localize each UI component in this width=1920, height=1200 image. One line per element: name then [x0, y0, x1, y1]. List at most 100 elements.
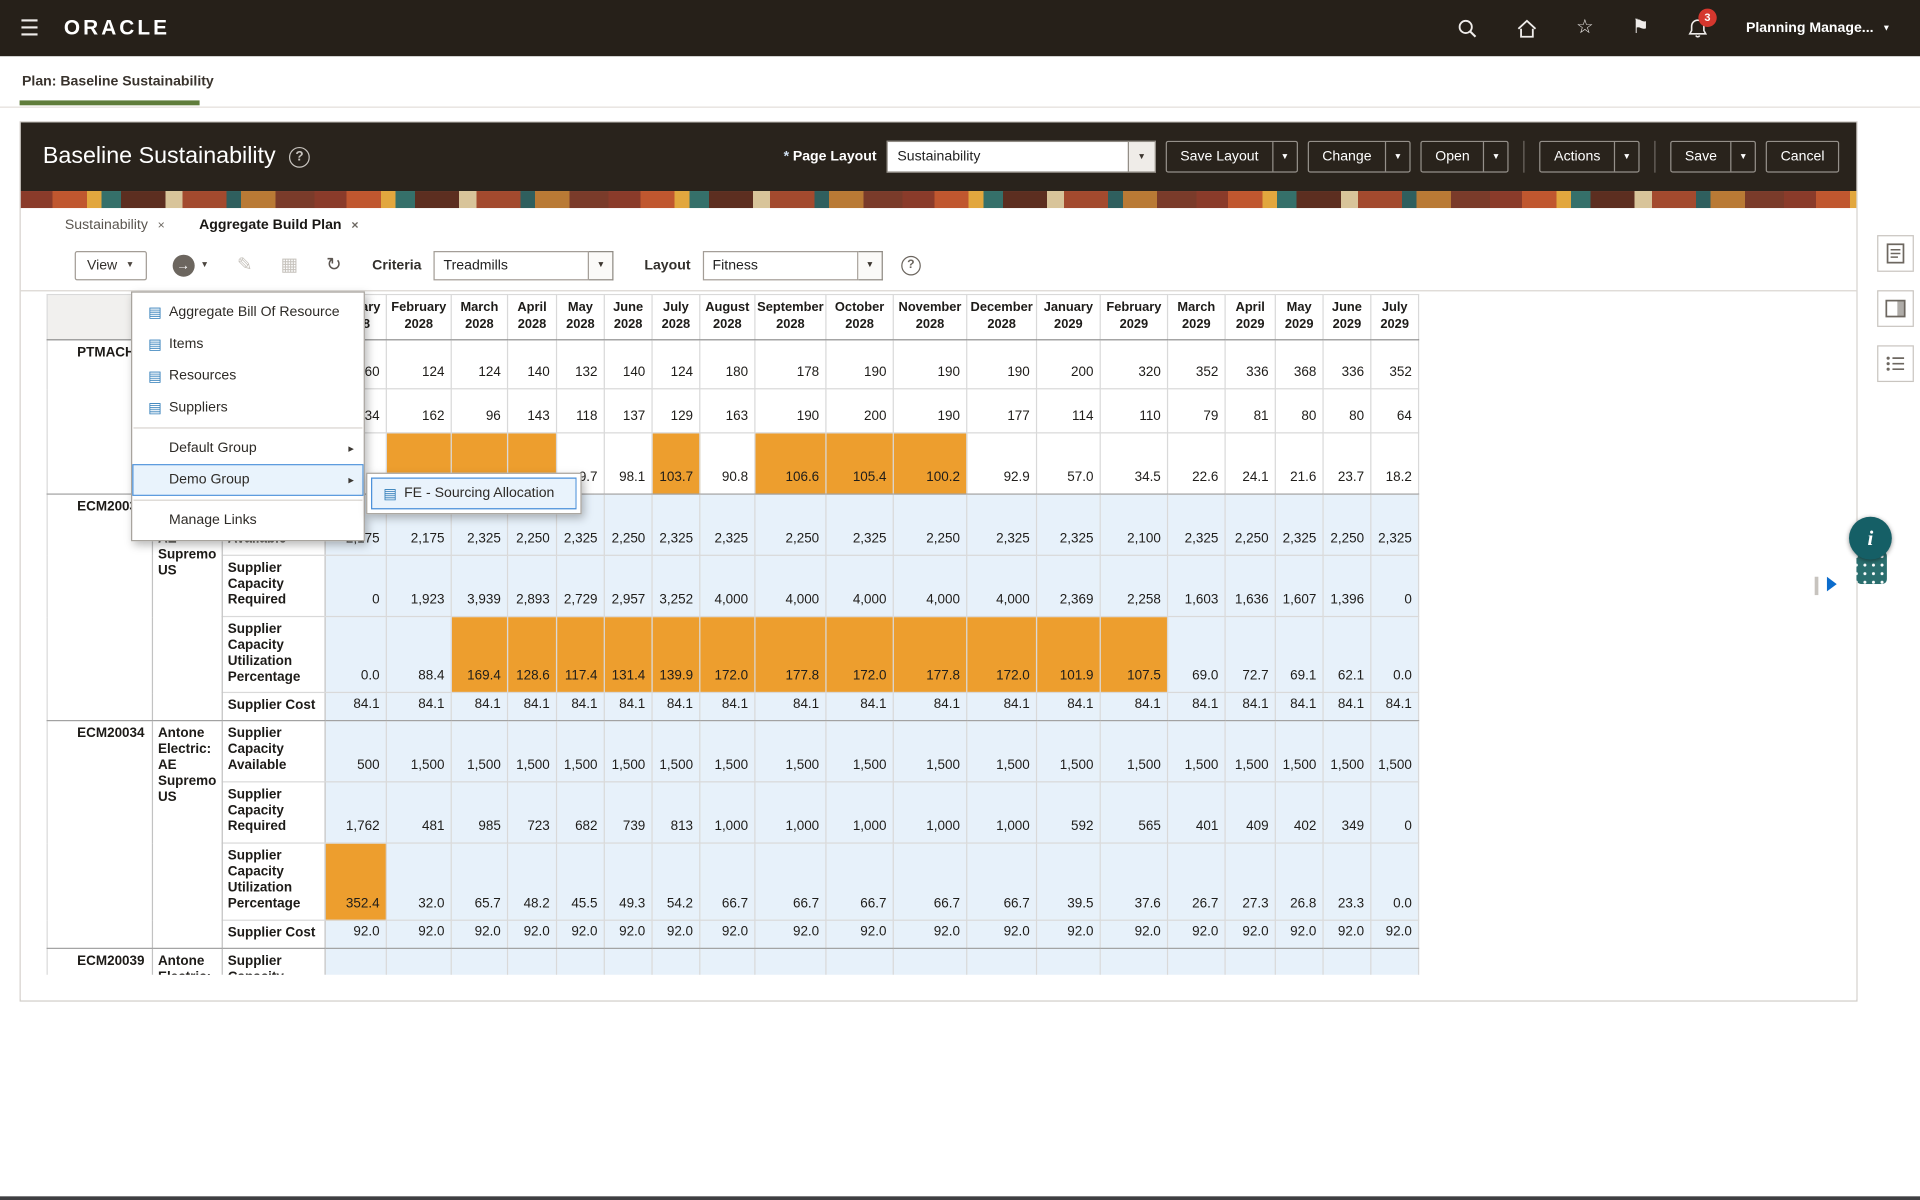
layout-panel-button[interactable] — [1877, 290, 1914, 327]
grid-cell[interactable]: 72.7 — [1225, 617, 1275, 693]
grid-cell[interactable]: 92.0 — [755, 921, 826, 949]
grid-cell[interactable] — [1225, 949, 1275, 975]
grid-cell[interactable]: 402 — [1275, 782, 1323, 843]
grid-cell[interactable]: 92.0 — [967, 921, 1037, 949]
grid-cell[interactable]: 92.0 — [700, 921, 755, 949]
grid-cell[interactable]: 500 — [325, 721, 386, 782]
grid-cell[interactable]: 985 — [451, 782, 507, 843]
page-properties-button[interactable] — [1877, 235, 1914, 272]
grid-cell[interactable]: 140 — [604, 340, 652, 389]
grid-cell[interactable]: 336 — [1323, 340, 1371, 389]
row-measure-label[interactable]: Supplier Capacity Required — [222, 782, 325, 843]
grid-cell[interactable]: 69.0 — [1168, 617, 1226, 693]
grid-cell[interactable]: 1,500 — [755, 721, 826, 782]
grid-cell[interactable]: 84.1 — [508, 693, 557, 721]
grid-cell[interactable]: 23.3 — [1323, 843, 1371, 920]
grid-cell[interactable]: 106.6 — [755, 433, 826, 494]
grid-cell[interactable]: 32.0 — [386, 843, 451, 920]
grid-cell[interactable]: 1,607 — [1275, 556, 1323, 617]
grid-cell[interactable] — [1323, 949, 1371, 975]
grid-cell[interactable]: 92.0 — [1323, 921, 1371, 949]
grid-cell[interactable]: 110 — [1100, 389, 1167, 433]
grid-cell[interactable]: 682 — [557, 782, 605, 843]
grid-cell[interactable]: 137 — [604, 389, 652, 433]
layout-input[interactable] — [703, 250, 859, 279]
grid-cell[interactable]: 84.1 — [652, 693, 700, 721]
grid-cell[interactable]: 320 — [1100, 340, 1167, 389]
grid-cell[interactable]: 4,000 — [700, 556, 755, 617]
grid-cell[interactable]: 4,000 — [967, 556, 1037, 617]
grid-cell[interactable]: 1,000 — [700, 782, 755, 843]
grid-cell[interactable]: 84.1 — [893, 693, 966, 721]
grid-cell[interactable]: 2,250 — [1225, 494, 1275, 555]
grid-cell[interactable]: 140 — [508, 340, 557, 389]
grid-cell[interactable]: 0.0 — [325, 617, 386, 693]
close-tab-icon[interactable]: × — [158, 219, 165, 232]
row-measure-label[interactable]: Supplier Capacity Available — [222, 721, 325, 782]
change-button[interactable]: Change ▼ — [1308, 141, 1411, 173]
grid-cell[interactable]: 92.0 — [1371, 921, 1419, 949]
grid-cell[interactable] — [826, 949, 893, 975]
grid-cell[interactable]: 128.6 — [508, 617, 557, 693]
menu-item-suppliers[interactable]: ▤Suppliers — [132, 392, 363, 424]
grid-cell[interactable]: 84.1 — [557, 693, 605, 721]
grid-cell[interactable]: 96 — [451, 389, 507, 433]
grid-cell[interactable]: 1,000 — [967, 782, 1037, 843]
grid-cell[interactable]: 2,325 — [1037, 494, 1101, 555]
tab-aggregate-build-plan[interactable]: Aggregate Build Plan × — [199, 218, 358, 240]
grid-cell[interactable]: 100.2 — [893, 433, 966, 494]
menu-item-fe-sourcing-allocation[interactable]: ▤FE - Sourcing Allocation — [371, 478, 577, 510]
grid-cell[interactable]: 2,100 — [1100, 494, 1167, 555]
grid-cell[interactable]: 124 — [451, 340, 507, 389]
grid-cell[interactable] — [557, 949, 605, 975]
refresh-icon[interactable]: ↻ — [326, 256, 341, 274]
grid-cell[interactable]: 66.7 — [967, 843, 1037, 920]
grid-cell[interactable]: 4,000 — [893, 556, 966, 617]
hamburger-menu-icon[interactable]: ☰ — [20, 15, 40, 41]
open-button[interactable]: Open ▼ — [1421, 141, 1509, 173]
grid-cell[interactable]: 62.1 — [1323, 617, 1371, 693]
grid-cell[interactable]: 131.4 — [604, 617, 652, 693]
grid-cell[interactable]: 92.0 — [1168, 921, 1226, 949]
grid-cell[interactable]: 2,729 — [557, 556, 605, 617]
row-measure-label[interactable]: Supplier Capacity Utilization Percentage — [222, 843, 325, 920]
grid-cell[interactable]: 81 — [1225, 389, 1275, 433]
grid-cell[interactable]: 88.4 — [386, 617, 451, 693]
grid-cell[interactable]: 813 — [652, 782, 700, 843]
grid-cell[interactable]: 84.1 — [755, 693, 826, 721]
grid-cell[interactable]: 401 — [1168, 782, 1226, 843]
grid-cell[interactable]: 177 — [967, 389, 1037, 433]
grid-cell[interactable]: 26.8 — [1275, 843, 1323, 920]
list-view-button[interactable] — [1877, 345, 1914, 382]
grid-cell[interactable]: 105.4 — [826, 433, 893, 494]
info-help-button[interactable]: i — [1849, 517, 1892, 560]
criteria-dropdown-button[interactable]: ▼ — [589, 250, 613, 279]
row-measure-label[interactable]: Supplier Capacity Required — [222, 556, 325, 617]
grid-cell[interactable] — [967, 949, 1037, 975]
grid-cell[interactable]: 139.9 — [652, 617, 700, 693]
grid-cell[interactable]: 92.0 — [1225, 921, 1275, 949]
grid-cell[interactable]: 2,325 — [826, 494, 893, 555]
grid-cell[interactable]: 92.0 — [826, 921, 893, 949]
grid-cell[interactable]: 23.7 — [1323, 433, 1371, 494]
grid-cell[interactable]: 172.0 — [967, 617, 1037, 693]
grid-cell[interactable]: 54.2 — [652, 843, 700, 920]
grid-cell[interactable]: 1,000 — [826, 782, 893, 843]
criteria-input[interactable] — [434, 250, 590, 279]
row-group-code[interactable]: ECM20034 — [47, 721, 152, 949]
grid-cell[interactable]: 66.7 — [755, 843, 826, 920]
grid-cell[interactable]: 200 — [826, 389, 893, 433]
grid-cell[interactable]: 739 — [604, 782, 652, 843]
grid-cell[interactable]: 3,252 — [652, 556, 700, 617]
grid-cell[interactable] — [700, 949, 755, 975]
grid-cell[interactable]: 65.7 — [451, 843, 507, 920]
grid-cell[interactable]: 1,923 — [386, 556, 451, 617]
grid-cell[interactable] — [1168, 949, 1226, 975]
grid-cell[interactable] — [451, 949, 507, 975]
grid-cell[interactable]: 80 — [1323, 389, 1371, 433]
grid-cell[interactable]: 84.1 — [1371, 693, 1419, 721]
grid-cell[interactable]: 1,500 — [967, 721, 1037, 782]
view-button[interactable]: View ▼ — [75, 250, 147, 279]
scroll-right-arrow-icon[interactable] — [1827, 577, 1837, 592]
grid-cell[interactable]: 26.7 — [1168, 843, 1226, 920]
